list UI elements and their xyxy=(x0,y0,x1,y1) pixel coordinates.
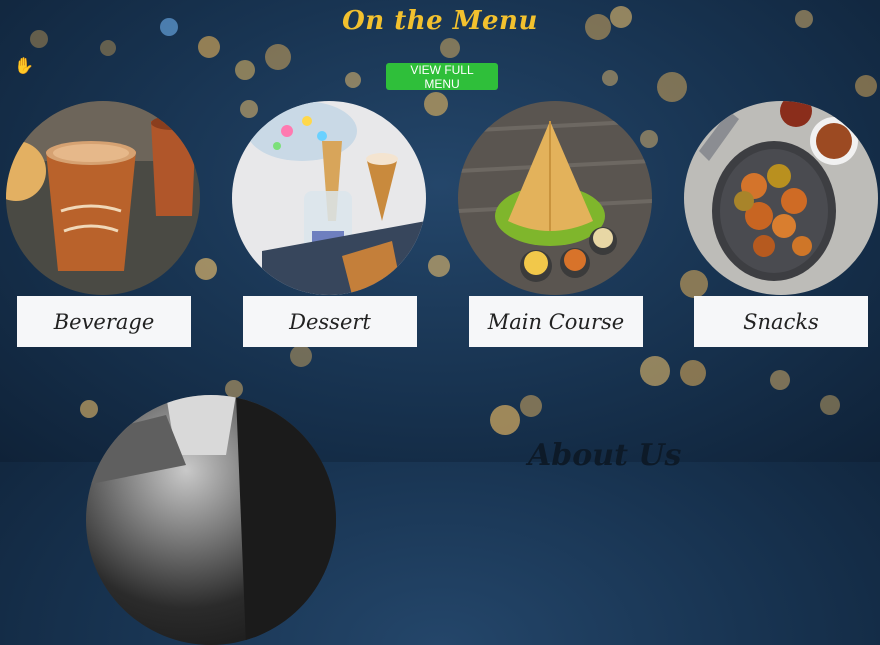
category-card-main-course[interactable]: Main Course xyxy=(469,296,643,347)
bokeh-light xyxy=(602,70,618,86)
bokeh-light xyxy=(265,44,291,70)
bokeh-light xyxy=(640,356,670,386)
bokeh-light xyxy=(240,100,258,118)
bokeh-light xyxy=(290,345,312,367)
hand-cursor-icon: ✋ xyxy=(14,58,34,75)
bokeh-light xyxy=(195,258,217,280)
category-card-dessert[interactable]: Dessert xyxy=(243,296,417,347)
bokeh-light xyxy=(490,405,520,435)
view-full-menu-button[interactable]: VIEW FULL MENU xyxy=(386,63,498,91)
bokeh-light xyxy=(680,270,708,298)
beverage-image[interactable] xyxy=(6,101,200,295)
dessert-image[interactable] xyxy=(232,101,426,295)
bokeh-light xyxy=(440,38,460,58)
bokeh-light xyxy=(424,92,448,116)
bokeh-light xyxy=(640,130,658,148)
section-title: On the Menu xyxy=(342,6,538,36)
about-us-title: About Us xyxy=(528,438,682,473)
category-card-snacks[interactable]: Snacks xyxy=(694,296,868,347)
bokeh-light xyxy=(820,395,840,415)
bokeh-light xyxy=(428,255,450,277)
bokeh-light xyxy=(235,60,255,80)
pakora-plate-image xyxy=(684,101,878,295)
bokeh-light xyxy=(680,360,706,386)
tea-cups-image xyxy=(6,101,200,295)
bokeh-light xyxy=(770,370,790,390)
ice-cream-cones-image xyxy=(232,101,426,295)
bokeh-light xyxy=(657,72,687,102)
bokeh-light xyxy=(855,75,877,97)
bokeh-light xyxy=(80,400,98,418)
chef-image xyxy=(86,395,336,645)
bokeh-light xyxy=(100,40,116,56)
about-image xyxy=(86,395,336,645)
main-course-image[interactable] xyxy=(458,101,652,295)
category-card-beverage[interactable]: Beverage xyxy=(17,296,191,347)
dosa-plate-image xyxy=(458,101,652,295)
snacks-image[interactable] xyxy=(684,101,878,295)
bokeh-light xyxy=(345,72,361,88)
bokeh-light xyxy=(520,395,542,417)
bokeh-light xyxy=(198,36,220,58)
